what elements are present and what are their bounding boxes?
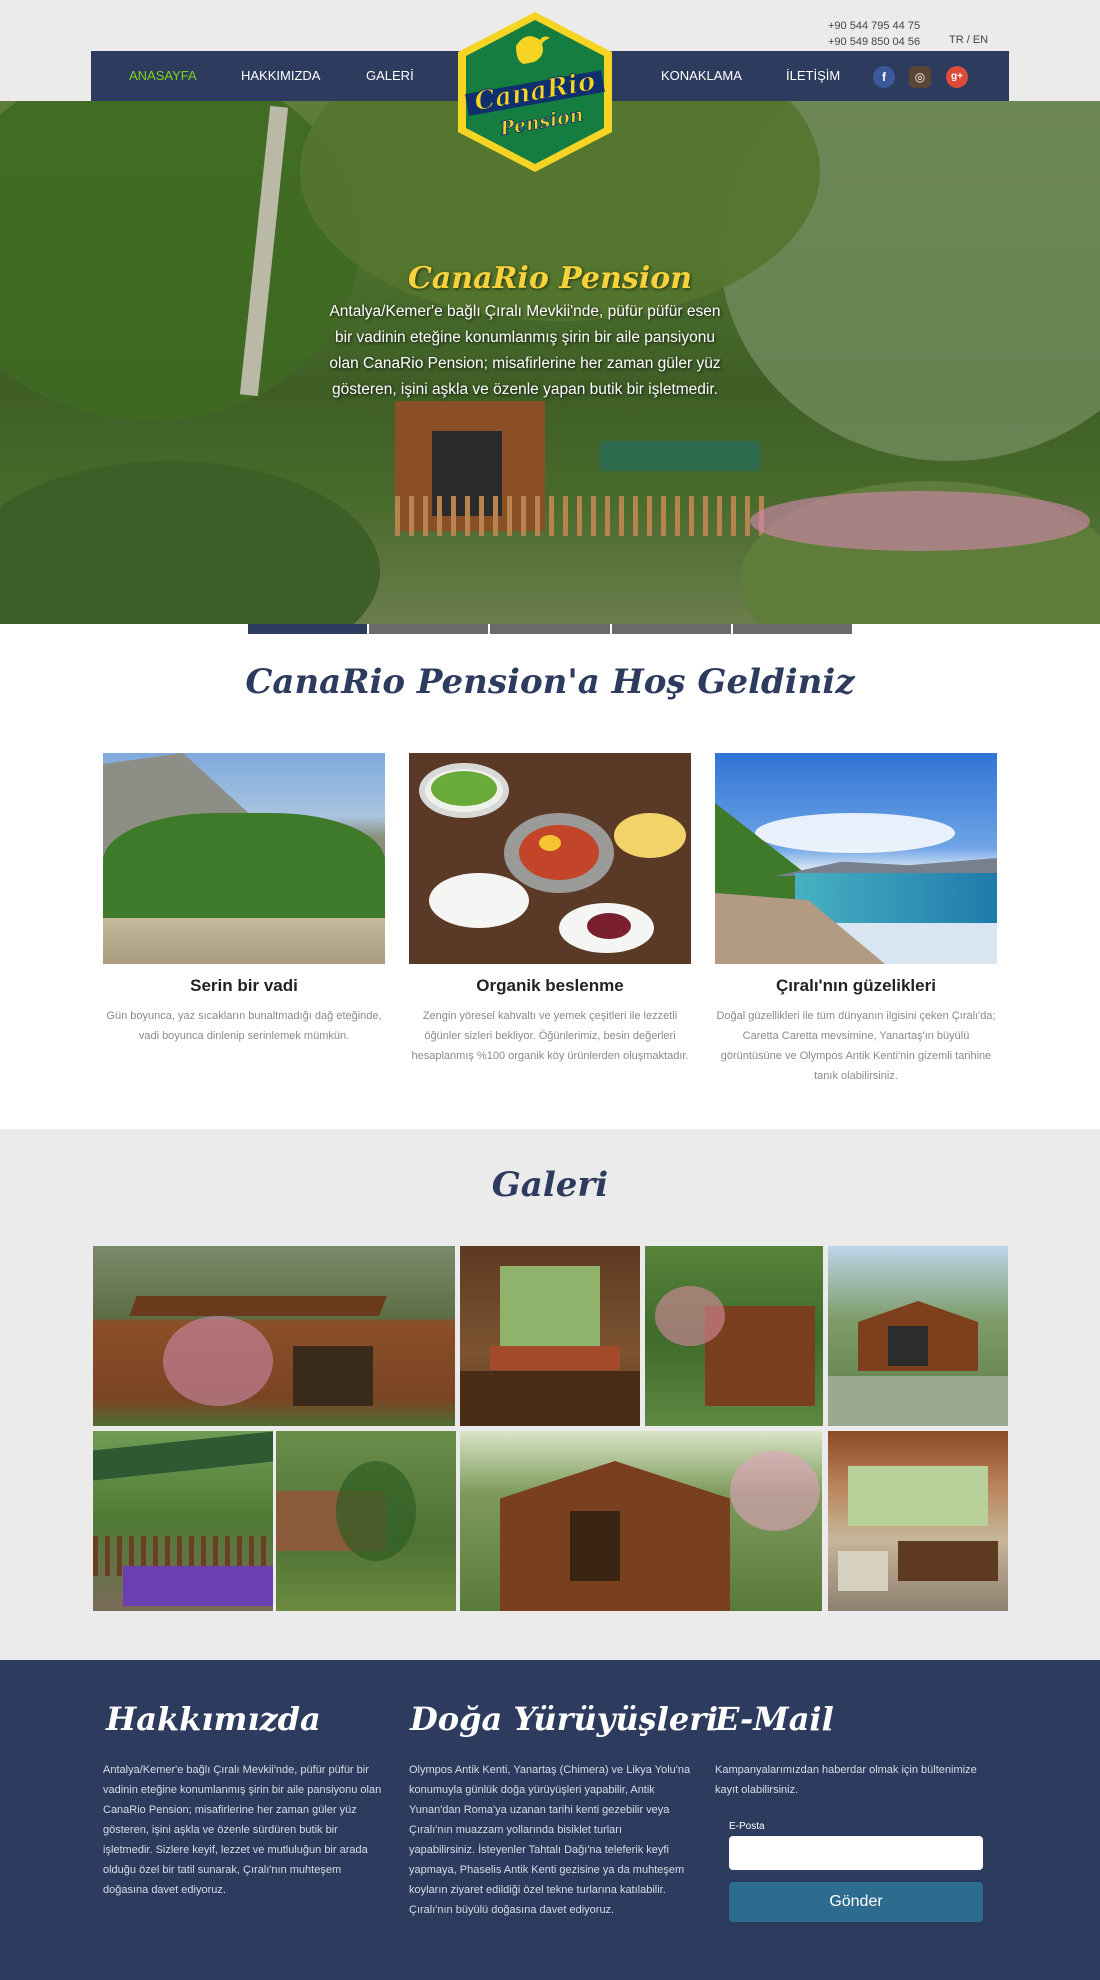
hero-bushes xyxy=(0,461,380,624)
footer: Hakkımızda Antalya/Kemer'e bağlı Çıralı … xyxy=(0,1660,1100,1980)
nav-hakkimizda[interactable]: HAKKIMIZDA xyxy=(241,51,320,101)
footer-email-title: E-Mail xyxy=(715,1700,834,1738)
facebook-icon[interactable]: f xyxy=(873,66,895,88)
email-label: E-Posta xyxy=(729,1821,765,1832)
footer-hikes-title: Doğa Yürüyüşleri xyxy=(410,1700,719,1738)
gallery-photo[interactable] xyxy=(828,1246,1008,1426)
phone-2[interactable]: +90 549 850 04 56 xyxy=(828,34,920,50)
feature-text-breakfast: Zengin yöresel kahvaltı ve yemek çeşitle… xyxy=(411,1010,689,1062)
nav-galeri[interactable]: GALERİ xyxy=(366,51,414,101)
send-button[interactable]: Gönder xyxy=(729,1882,983,1922)
hero-fence xyxy=(395,496,765,536)
feature-image-beach xyxy=(715,753,997,964)
gallery-photo[interactable] xyxy=(460,1431,822,1611)
gallery-photo[interactable] xyxy=(93,1431,273,1611)
footer-hikes-text: Olympos Antik Kenti, Yanartaş (Chimera) … xyxy=(409,1764,691,1916)
canario-logo[interactable]: CanaRio Pension xyxy=(452,8,618,174)
feature-title-valley: Serin bir vadi xyxy=(190,976,298,995)
email-input[interactable] xyxy=(729,1836,983,1870)
hero-pink-flowers xyxy=(750,491,1090,551)
nav-konaklama[interactable]: KONAKLAMA xyxy=(661,51,742,101)
google-plus-icon[interactable]: g+ xyxy=(946,66,968,88)
feature-title-breakfast: Organik beslenme xyxy=(476,976,624,995)
footer-about-text: Antalya/Kemer'e bağlı Çıralı Mevkii'nde,… xyxy=(103,1764,382,1896)
slide-dot[interactable] xyxy=(490,624,610,634)
page: +90 544 795 44 75 +90 549 850 04 56 TR /… xyxy=(0,0,1100,1980)
slide-dot[interactable] xyxy=(732,624,853,634)
phone-numbers: +90 544 795 44 75 +90 549 850 04 56 xyxy=(828,18,920,50)
gallery-photo[interactable] xyxy=(645,1246,823,1426)
gallery-photo[interactable] xyxy=(276,1431,456,1611)
hero-gazebo-roof xyxy=(600,441,760,471)
hero-text: Antalya/Kemer'e bağlı Çıralı Mevkii'nde,… xyxy=(329,303,721,398)
feature-image-valley xyxy=(103,753,385,964)
gallery-photo[interactable] xyxy=(828,1431,1008,1611)
nav-anasayfa[interactable]: ANASAYFA xyxy=(129,51,197,101)
feature-image-breakfast xyxy=(409,753,691,964)
hero-slider[interactable]: CanaRio Pension Antalya/Kemer'e bağlı Çı… xyxy=(0,101,1100,624)
feature-text-valley: Gün boyunca, yaz sıcakların bunaltmadığı… xyxy=(106,1010,382,1042)
instagram-icon[interactable]: ◎ xyxy=(909,66,931,88)
gallery-photo[interactable] xyxy=(460,1246,640,1426)
feature-title-beach: Çıralı'nın güzelikleri xyxy=(776,976,936,995)
slide-dot[interactable] xyxy=(611,624,731,634)
phone-1[interactable]: +90 544 795 44 75 xyxy=(828,18,920,34)
gallery-photo[interactable] xyxy=(93,1246,455,1426)
feature-text-beach: Doğal güzellikleri ile tüm dünyanın ilgi… xyxy=(716,1010,996,1082)
hero-title: CanaRio Pension xyxy=(407,261,693,296)
gallery-section: Galeri xyxy=(0,1129,1100,1660)
footer-email-text: Kampanyalarımızdan haberdar olmak için b… xyxy=(715,1764,977,1796)
welcome-title: CanaRio Pension'a Hoş Geldiniz xyxy=(245,662,855,702)
gallery-title: Galeri xyxy=(491,1165,609,1205)
slide-dot[interactable] xyxy=(248,624,368,634)
slide-dot[interactable] xyxy=(369,624,489,634)
slider-pagination xyxy=(248,624,853,634)
nav-iletisim[interactable]: İLETİŞİM xyxy=(786,51,840,101)
footer-about-title: Hakkımızda xyxy=(106,1700,321,1738)
language-switcher[interactable]: TR / EN xyxy=(949,34,988,46)
